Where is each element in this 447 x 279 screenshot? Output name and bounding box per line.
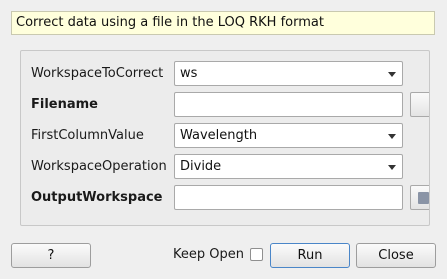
filename-input[interactable] [174,92,403,117]
workspace-operation-label: WorkspaceOperation [31,159,167,174]
first-column-value-label: FirstColumnValue [31,128,144,143]
close-button[interactable]: Close [356,243,436,268]
keep-open-label: Keep Open [173,247,244,262]
workspace-to-correct-label: WorkspaceToCorrect [31,66,164,81]
output-workspace-button[interactable] [410,185,429,210]
first-column-value-value: Wavelength [180,128,258,143]
chevron-down-icon [388,72,396,77]
output-workspace-input[interactable] [174,185,403,210]
algorithm-description: Correct data using a file in the LOQ RKH… [11,11,435,35]
run-button[interactable]: Run [270,243,350,268]
chevron-down-icon [388,165,396,170]
workspace-to-correct-value: ws [180,66,198,81]
output-workspace-label: OutputWorkspace [31,190,163,205]
workspace-icon [418,192,429,204]
workspace-operation-combo[interactable]: Divide [174,154,403,179]
workspace-to-correct-combo[interactable]: ws [174,61,403,86]
filename-browse-button[interactable] [410,92,429,117]
properties-group: WorkspaceToCorrect ws Filename FirstColu… [20,50,430,226]
chevron-down-icon [388,134,396,139]
first-column-value-combo[interactable]: Wavelength [174,123,403,148]
filename-label: Filename [31,97,98,112]
keep-open-checkbox[interactable] [250,248,263,261]
workspace-operation-value: Divide [180,159,222,174]
algorithm-dialog: Correct data using a file in the LOQ RKH… [0,0,447,279]
help-button[interactable]: ? [11,243,91,268]
